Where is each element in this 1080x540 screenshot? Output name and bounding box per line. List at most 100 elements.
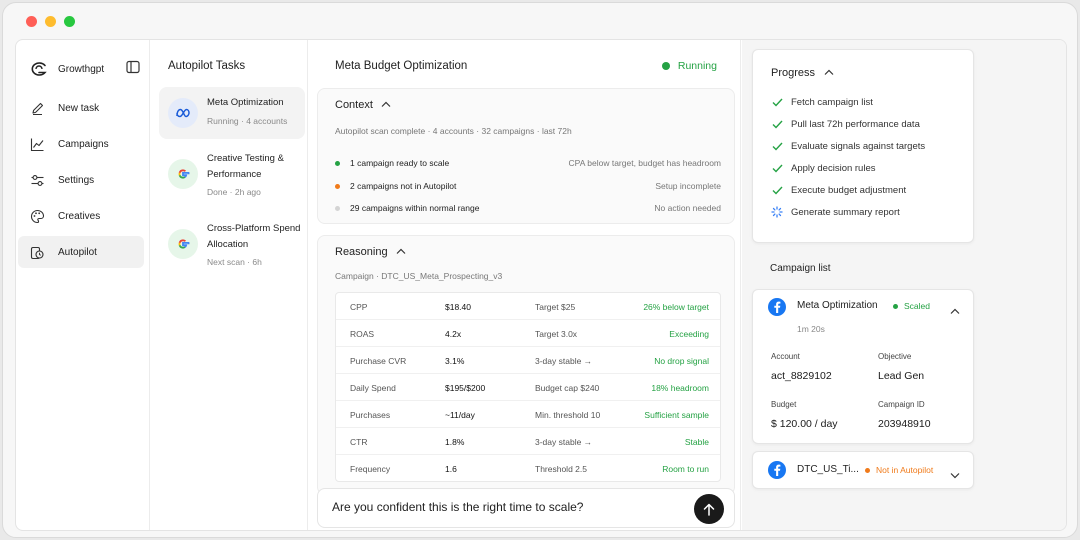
task-item-meta-optimization[interactable]: Meta Optimization Running · 4 accounts	[159, 87, 305, 139]
context-title: Context	[335, 99, 373, 111]
chat-composer	[317, 488, 735, 528]
send-button[interactable]	[694, 494, 724, 524]
campaign-id-label: Campaign ID	[878, 400, 925, 409]
progress-step: Evaluate signals against targets	[771, 138, 925, 154]
metric-note: 18% headroom	[651, 383, 709, 393]
app-content: Growthgpt New task Campaigns Settings Cr…	[15, 39, 1067, 531]
task-subtitle: Done · 2h ago	[207, 187, 261, 197]
metric-value: 1.8%	[445, 437, 465, 447]
sidebar-item-label: Creatives	[58, 210, 101, 222]
campaign-status: Not in Autopilot	[876, 465, 934, 475]
campaign-name: Meta Optimization	[797, 300, 878, 311]
objective-label: Objective	[878, 352, 912, 361]
context-card: Context Autopilot scan complete · 4 acco…	[317, 88, 735, 224]
status-dot	[893, 303, 898, 309]
metric-value: $195/$200	[445, 383, 486, 393]
reasoning-header[interactable]: Reasoning	[335, 246, 406, 258]
metric-name: Daily Spend	[350, 383, 396, 393]
metric-value: 4.2x	[445, 329, 462, 339]
progress-step: Generate summary report	[771, 204, 900, 220]
app-window: Growthgpt New task Campaigns Settings Cr…	[2, 2, 1078, 538]
close-window-button[interactable]	[26, 16, 37, 27]
facebook-icon	[768, 461, 786, 479]
table-row: Frequency 1.6 Threshold 2.5 Room to run	[336, 455, 720, 481]
table-row: Purchases ~11/day Min. threshold 10 Suff…	[336, 401, 720, 428]
chevron-down-icon[interactable]	[950, 466, 960, 484]
task-subtitle: Running · 4 accounts	[207, 116, 288, 126]
metric-reference: Target $25	[535, 302, 576, 312]
table-row: CPP $18.40 Target $25 26% below target	[336, 293, 720, 320]
sidebar-item-creatives[interactable]: Creatives	[18, 200, 144, 232]
tasks-title: Autopilot Tasks	[168, 60, 246, 72]
metric-reference: 3-day stable →	[535, 437, 593, 447]
brand-name: Growthgpt	[58, 63, 105, 75]
check-icon	[771, 118, 783, 130]
step-label: Execute budget adjustment	[791, 184, 907, 196]
reasoning-title: Reasoning	[335, 246, 388, 258]
budget-label: Budget	[771, 400, 797, 409]
metric-name: ROAS	[350, 329, 375, 339]
step-label: Evaluate signals against targets	[791, 140, 926, 152]
status-badge: Scaled	[893, 301, 930, 311]
metric-name: CPP	[350, 302, 368, 312]
progress-step: Apply decision rules	[771, 160, 876, 176]
metric-value: 3.1%	[445, 356, 465, 366]
metrics-table: CPP $18.40 Target $25 26% below target R…	[335, 292, 721, 482]
campaign-id-value: 203948910	[878, 418, 931, 430]
task-subtitle: Next scan · 6h	[207, 257, 262, 267]
sidebar-item-autopilot[interactable]: Autopilot	[18, 236, 144, 268]
reasoning-campaign: Campaign · DTC_US_Meta_Prospecting_v3	[335, 271, 503, 281]
step-label: Generate summary report	[791, 206, 900, 218]
campaign-name: DTC_US_Ti...	[797, 464, 859, 475]
metric-reference: 3-day stable →	[535, 356, 593, 366]
task-item-creative-testing[interactable]: Creative Testing & Performance Done · 2h…	[159, 144, 305, 204]
campaign-card-meta-optimization[interactable]: Meta Optimization Scaled 1m 20s Account …	[752, 289, 974, 444]
status-dot	[335, 205, 340, 211]
task-title: Creative Testing & Performance	[207, 153, 284, 180]
title-bar	[3, 3, 1077, 39]
table-row: ROAS 4.2x Target 3.0x Exceeding	[336, 320, 720, 347]
sidebar-toggle-icon[interactable]	[126, 60, 140, 79]
check-icon	[771, 140, 783, 152]
status-badge: Running	[661, 60, 717, 72]
sidebar-item-settings[interactable]: Settings	[18, 164, 144, 196]
status-dot	[661, 62, 670, 70]
chevron-up-icon[interactable]	[950, 302, 960, 320]
status-dot	[335, 160, 340, 166]
metric-note: 26% below target	[643, 302, 709, 312]
progress-step: Fetch campaign list	[771, 94, 873, 110]
status-dot	[865, 467, 870, 473]
campaign-list-title: Campaign list	[770, 263, 831, 274]
zoom-window-button[interactable]	[64, 16, 75, 27]
progress-title: Progress	[771, 67, 816, 79]
context-row: 29 campaigns within normal range No acti…	[335, 200, 721, 216]
progress-card: Progress Fetch campaign list Pull last 7…	[752, 49, 974, 243]
sidebar-item-campaigns[interactable]: Campaigns	[18, 128, 144, 160]
task-item-cross-platform[interactable]: Cross-Platform Spend Allocation Next sca…	[159, 214, 305, 274]
campaign-card-dtc-us[interactable]: DTC_US_Ti... Not in Autopilot	[752, 451, 974, 489]
sliders-icon	[28, 171, 46, 189]
check-icon	[771, 184, 783, 196]
sidebar-item-label: Autopilot	[58, 246, 97, 258]
minimize-window-button[interactable]	[45, 16, 56, 27]
context-row: 2 campaigns not in Autopilot Setup incom…	[335, 178, 721, 194]
sidebar: Growthgpt New task Campaigns Settings Cr…	[16, 40, 150, 530]
step-label: Apply decision rules	[791, 162, 876, 174]
brand[interactable]: Growthgpt	[28, 58, 140, 80]
chat-input[interactable]	[332, 500, 672, 514]
status-dot	[335, 183, 340, 189]
google-icon	[168, 159, 198, 189]
metric-reference: Target 3.0x	[535, 329, 578, 339]
progress-header[interactable]: Progress	[771, 67, 834, 79]
context-row-detail: Setup incomplete	[655, 181, 721, 191]
context-header[interactable]: Context	[335, 99, 391, 111]
palette-icon	[28, 207, 46, 225]
metric-name: Purchase CVR	[350, 356, 407, 366]
loading-spinner-icon	[771, 206, 783, 218]
sidebar-item-new-task[interactable]: New task	[18, 92, 144, 124]
campaign-status: Scaled	[904, 301, 930, 311]
progress-step: Execute budget adjustment	[771, 182, 906, 198]
metric-value: 1.6	[445, 464, 457, 474]
chevron-up-icon	[381, 99, 391, 111]
table-row: Daily Spend $195/$200 Budget cap $240 18…	[336, 374, 720, 401]
